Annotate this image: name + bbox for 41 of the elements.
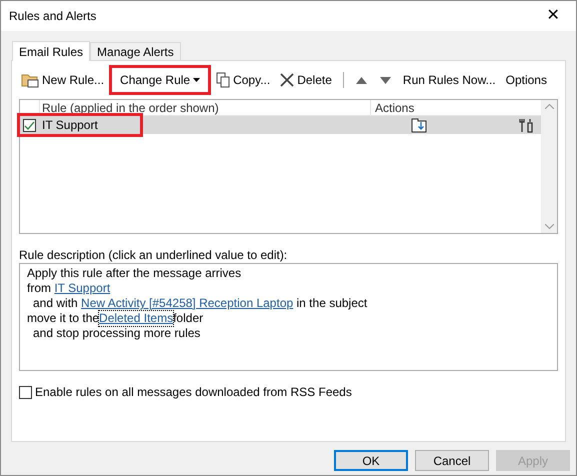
description-link[interactable]: IT Support	[54, 281, 110, 296]
rule-name: IT Support	[42, 117, 99, 134]
scroll-up-icon	[544, 104, 554, 109]
new-folder-icon	[21, 72, 39, 88]
caret-icon	[193, 78, 200, 82]
rule-row[interactable]: IT Support	[20, 116, 541, 134]
checkbox[interactable]	[19, 386, 32, 398]
toolbar-button[interactable]: Copy...	[214, 68, 272, 92]
toolbar-button[interactable]: New Rule...	[19, 68, 106, 92]
description-link[interactable]: New Activity [#54258] Reception Laptop	[81, 296, 294, 311]
down-arrow-icon	[380, 76, 392, 84]
tools-icon	[519, 118, 533, 132]
description-text: Apply this rule after the message arrives	[27, 266, 242, 281]
copy-icon	[216, 72, 230, 88]
checkbox-label: Enable rules on all messages downloaded from RSS Feeds	[35, 384, 352, 401]
window-title: Rules and Alerts	[9, 8, 96, 25]
dialog-button[interactable]: OK	[334, 450, 408, 471]
column-header: Rule (applied in the order shown)	[40, 100, 371, 115]
delete-icon	[280, 73, 294, 87]
toolbar-button[interactable]: Change Rule	[112, 68, 208, 92]
tab[interactable]: Email Rules	[12, 41, 90, 61]
tab[interactable]: Manage Alerts	[90, 42, 181, 60]
description-text: move it to the	[27, 311, 100, 326]
toolbar-button[interactable]: Run Rules Now...	[400, 68, 498, 92]
up-arrow-icon	[356, 76, 368, 84]
description-text: from	[27, 281, 52, 296]
scroll-down-icon	[544, 224, 554, 229]
description-link[interactable]: Deleted Items	[99, 311, 174, 326]
toolbar-button[interactable]: Options	[504, 68, 549, 92]
description-text: folder	[173, 311, 204, 326]
scrollbar[interactable]	[541, 100, 557, 233]
toolbar-button[interactable]: Delete	[278, 68, 334, 92]
description-label: Rule description (click an underlined value to edit):	[19, 247, 288, 263]
column-header: Actions	[374, 100, 416, 115]
move-to-folder-icon	[411, 118, 427, 132]
close-button[interactable]: ✕	[538, 4, 568, 28]
description-text: and stop processing more rules	[33, 326, 200, 341]
description-text: and with	[33, 296, 79, 311]
description-text: in the subject	[296, 296, 368, 311]
dialog-button[interactable]: Cancel	[415, 450, 489, 471]
checkbox[interactable]	[23, 118, 36, 132]
